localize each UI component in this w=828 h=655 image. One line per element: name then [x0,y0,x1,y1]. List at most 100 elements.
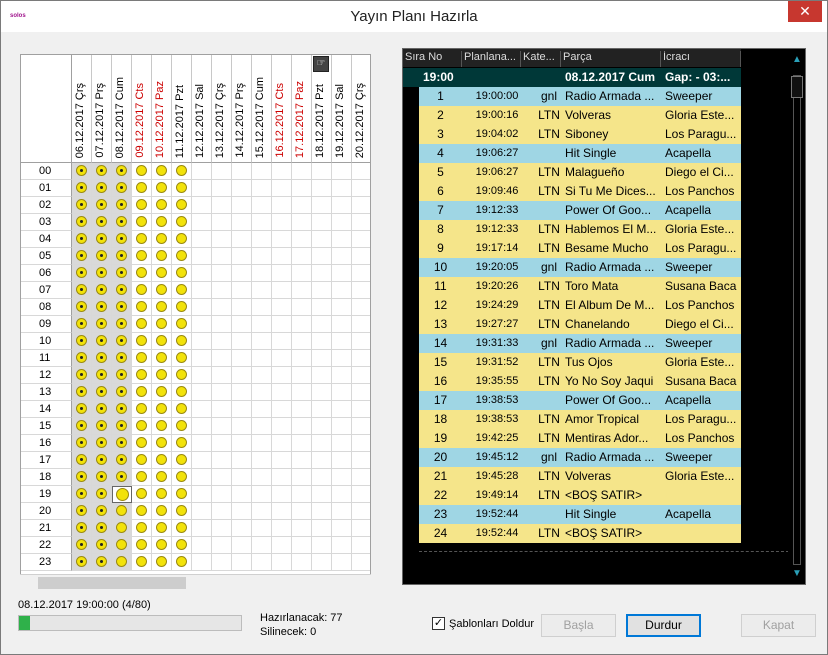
schedule-cell[interactable] [292,401,312,418]
schedule-cell[interactable] [232,486,252,503]
schedule-cell[interactable] [192,418,212,435]
schedule-cell[interactable] [252,316,272,333]
schedule-cell[interactable] [252,350,272,367]
schedule-cell[interactable] [152,299,172,316]
schedule-cell[interactable] [312,282,332,299]
schedule-cell[interactable] [112,197,132,214]
schedule-cell[interactable] [112,401,132,418]
schedule-cell[interactable] [232,197,252,214]
schedule-cell[interactable] [252,265,272,282]
schedule-cell[interactable] [92,520,112,537]
schedule-cell[interactable] [172,163,192,180]
schedule-cell[interactable] [112,214,132,231]
schedule-cell[interactable] [312,180,332,197]
schedule-cell[interactable] [212,554,232,571]
schedule-cell[interactable] [152,486,172,503]
schedule-cell[interactable] [192,384,212,401]
schedule-cell[interactable] [172,282,192,299]
playlist-row[interactable]: 7 19:12:33 Power Of Goo... Acapella [419,201,741,220]
schedule-cell[interactable] [332,537,352,554]
playlist-row[interactable]: 22 19:49:14 LTN <BOŞ SATIR> [419,486,741,505]
schedule-cell[interactable] [92,163,112,180]
schedule-cell[interactable] [92,214,112,231]
schedule-cell[interactable] [352,214,370,231]
schedule-cell[interactable] [312,367,332,384]
schedule-cell[interactable] [132,350,152,367]
schedule-cell[interactable] [172,214,192,231]
schedule-cell[interactable] [152,435,172,452]
schedule-cell[interactable] [192,333,212,350]
schedule-cell[interactable] [332,469,352,486]
schedule-cell[interactable] [92,248,112,265]
schedule-cell[interactable] [272,316,292,333]
schedule-cell[interactable] [172,418,192,435]
schedule-cell[interactable] [272,452,292,469]
schedule-cell[interactable] [172,367,192,384]
schedule-cell[interactable] [132,367,152,384]
schedule-cell[interactable] [252,333,272,350]
schedule-cell[interactable] [212,537,232,554]
schedule-cell[interactable] [172,486,192,503]
schedule-cell[interactable] [252,367,272,384]
schedule-cell[interactable] [252,554,272,571]
schedule-cell[interactable] [112,469,132,486]
schedule-cell[interactable] [132,554,152,571]
schedule-cell[interactable] [152,214,172,231]
schedule-cell[interactable] [92,418,112,435]
schedule-cell[interactable] [212,316,232,333]
column-header-date[interactable]: 15.12.2017 Cum [252,55,272,163]
schedule-cell[interactable] [112,299,132,316]
schedule-cell[interactable] [332,367,352,384]
template-hand-icon[interactable]: ☞ [313,56,329,72]
schedule-cell[interactable] [112,265,132,282]
schedule-cell[interactable] [232,282,252,299]
schedule-cell[interactable] [252,248,272,265]
schedule-cell[interactable] [172,435,192,452]
schedule-cell[interactable] [332,316,352,333]
column-header-date[interactable]: 06.12.2017 Çrş [72,55,92,163]
schedule-cell[interactable] [272,282,292,299]
schedule-cell[interactable] [312,248,332,265]
schedule-cell[interactable] [192,231,212,248]
schedule-cell[interactable] [92,486,112,503]
playlist-row[interactable]: 1 19:00:00 gnl Radio Armada ... Sweeper [419,87,741,106]
schedule-cell[interactable] [252,401,272,418]
schedule-cell[interactable] [152,520,172,537]
schedule-cell[interactable] [232,231,252,248]
schedule-cell[interactable] [92,231,112,248]
schedule-cell[interactable] [172,503,192,520]
schedule-cell[interactable] [212,248,232,265]
schedule-cell[interactable] [152,350,172,367]
scroll-track[interactable] [793,75,801,565]
schedule-cell[interactable] [352,486,370,503]
schedule-cell[interactable] [212,520,232,537]
grid-horizontal-scrollbar[interactable] [20,574,371,591]
schedule-cell[interactable] [232,333,252,350]
schedule-cell[interactable] [312,503,332,520]
schedule-cell[interactable] [352,537,370,554]
schedule-cell[interactable] [272,469,292,486]
column-header-date[interactable]: 14.12.2017 Prş [232,55,252,163]
schedule-cell[interactable] [292,486,312,503]
schedule-cell[interactable] [212,180,232,197]
schedule-cell[interactable] [232,520,252,537]
schedule-cell[interactable] [292,537,312,554]
schedule-cell[interactable] [252,503,272,520]
schedule-cell[interactable] [252,299,272,316]
schedule-cell[interactable] [312,197,332,214]
schedule-cell[interactable] [172,554,192,571]
schedule-cell[interactable] [312,299,332,316]
schedule-cell[interactable] [352,469,370,486]
schedule-cell[interactable] [112,367,132,384]
schedule-cell[interactable] [132,231,152,248]
schedule-cell[interactable] [352,333,370,350]
schedule-cell[interactable] [72,197,92,214]
schedule-cell[interactable] [232,452,252,469]
schedule-cell[interactable] [252,214,272,231]
schedule-cell[interactable] [312,231,332,248]
schedule-cell[interactable] [252,537,272,554]
schedule-cell[interactable] [72,231,92,248]
schedule-cell[interactable] [112,486,132,503]
schedule-cell[interactable] [92,503,112,520]
basla-button[interactable]: Başla [541,614,616,637]
